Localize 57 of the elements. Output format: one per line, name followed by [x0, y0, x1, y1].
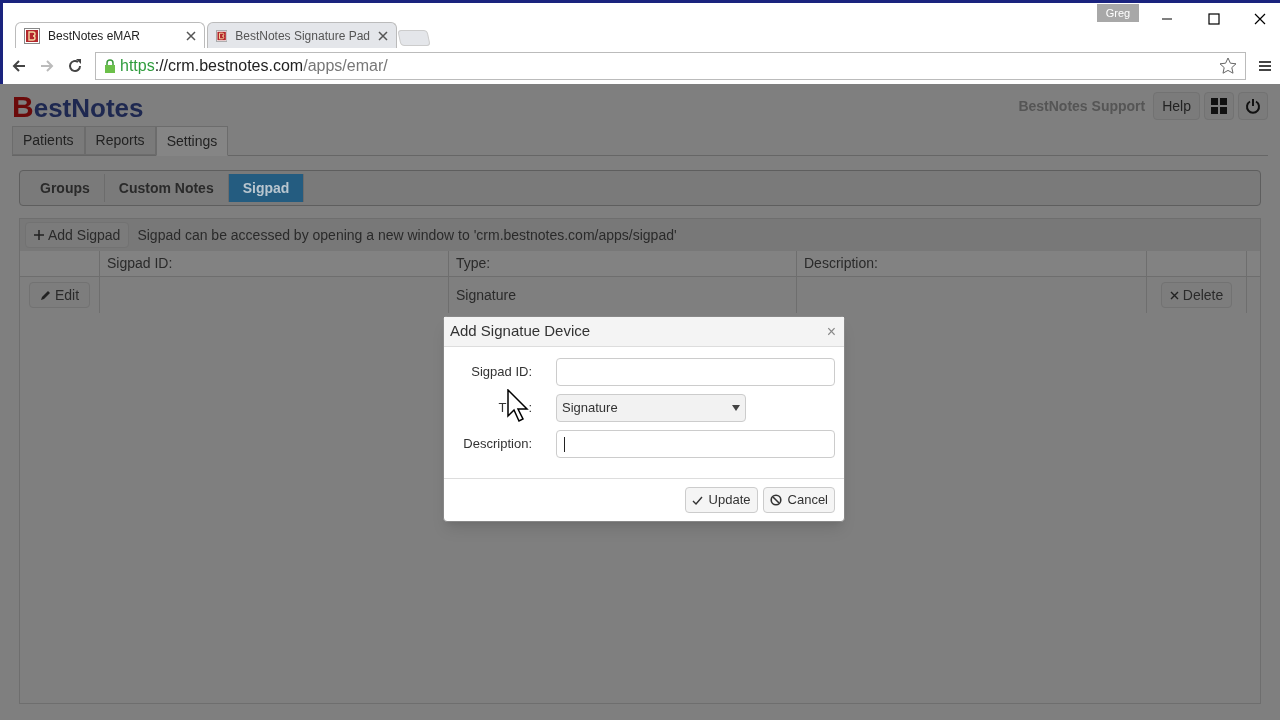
info-text: Sigpad can be accessed by opening a new window to 'crm.bestnotes.com/apps/sigpad': [137, 225, 677, 245]
table-cell-text: Signature: [456, 285, 516, 305]
text-cursor: [564, 436, 565, 452]
close-icon[interactable]: [378, 30, 388, 41]
url-text: https://crm.bestnotes.com/apps/emar/: [120, 56, 388, 76]
pencil-icon: [40, 289, 51, 301]
input-field[interactable]: [556, 358, 835, 386]
column-header: Sigpad ID:: [107, 254, 173, 273]
sub-tab[interactable]: Custom Notes: [104, 174, 229, 202]
reload-icon[interactable]: [67, 58, 83, 74]
address-bar[interactable]: https://crm.bestnotes.com/apps/emar/: [95, 52, 1246, 80]
field-label: Sigpad ID:: [471, 363, 532, 382]
close-icon[interactable]: [186, 30, 196, 41]
delete-button[interactable]: Delete: [1160, 282, 1233, 308]
close-icon[interactable]: [1254, 13, 1266, 25]
profile-button[interactable]: Greg: [1097, 4, 1139, 22]
menu-icon[interactable]: [1258, 59, 1272, 73]
star-icon[interactable]: [1219, 57, 1237, 75]
caret-icon: [732, 405, 740, 411]
favicon-icon: [24, 27, 40, 44]
apps-button[interactable]: [1204, 92, 1234, 120]
input-field[interactable]: [556, 430, 835, 458]
field-label: Description:: [463, 435, 532, 454]
update-button[interactable]: Update: [684, 487, 758, 513]
close-icon: [1169, 290, 1179, 300]
field-label: :: [528, 399, 532, 418]
mouse-pointer-icon: [507, 389, 529, 423]
plus-icon: [34, 230, 44, 240]
column-header: Type:: [456, 254, 491, 273]
browser-tab[interactable]: BestNotes eMAR: [15, 22, 205, 48]
add-sigpad-button[interactable]: Add Sigpad: [25, 222, 130, 248]
dialog-title: Add Signatue Device: [450, 321, 592, 342]
sub-tab[interactable]: Groups: [26, 174, 105, 202]
column-header: Description:: [804, 254, 878, 273]
nav-tab[interactable]: Patients: [12, 126, 85, 155]
nav-tab[interactable]: Reports: [84, 126, 156, 155]
type-dropdown[interactable]: Signature: [556, 394, 746, 422]
grid-icon: [1211, 98, 1227, 114]
sub-tab[interactable]: Sigpad: [228, 174, 305, 202]
tab-title: BestNotes eMAR: [48, 27, 142, 45]
tab-title: BestNotes Signature Pad: [235, 27, 370, 45]
edit-button[interactable]: Edit: [29, 282, 91, 308]
help-button[interactable]: Help: [1153, 92, 1200, 120]
maximize-icon[interactable]: [1208, 13, 1220, 25]
lock-icon: [104, 59, 116, 73]
field-label: T: [498, 399, 507, 418]
favicon-icon: [216, 27, 228, 44]
cancel-icon: [769, 494, 782, 506]
check-icon: [691, 495, 703, 505]
power-icon: [1245, 98, 1261, 114]
nav-tab[interactable]: Settings: [155, 126, 229, 156]
cancel-button[interactable]: Cancel: [762, 487, 835, 513]
close-button[interactable]: ×: [826, 319, 836, 344]
browser-tab[interactable]: BestNotes Signature Pad: [207, 22, 397, 48]
power-button[interactable]: [1238, 92, 1268, 120]
logo: BestNotes: [12, 88, 144, 125]
back-icon[interactable]: [11, 58, 27, 74]
